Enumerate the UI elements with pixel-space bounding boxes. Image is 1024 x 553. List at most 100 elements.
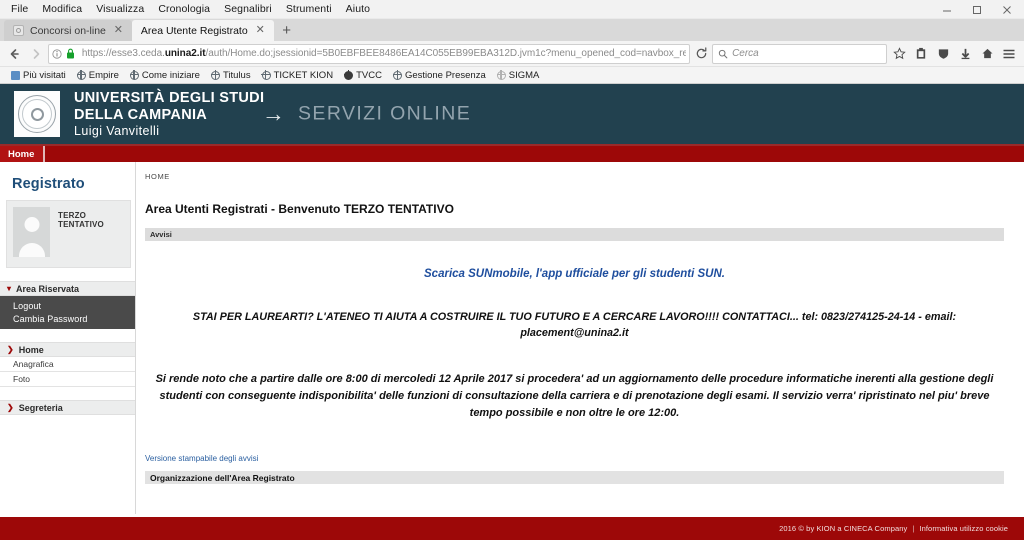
university-title-line3: Luigi Vanvitelli [74, 123, 160, 138]
star-icon [11, 70, 20, 80]
sidebar-submenu-home: Anagrafica Foto [0, 357, 135, 387]
home-icon[interactable] [977, 43, 998, 65]
globe-icon [261, 70, 271, 80]
sidebar-group-header-area-riservata[interactable]: ▾ Area Riservata [0, 281, 135, 296]
globe-icon [129, 70, 139, 80]
menu-segnalibri[interactable]: Segnalibri [217, 1, 279, 17]
menu-modifica[interactable]: Modifica [35, 1, 89, 17]
notice-placement: STAI PER LAUREARTI? L'ATENEO TI AIUTA A … [192, 311, 957, 339]
sidebar-item-logout[interactable]: Logout [0, 299, 135, 312]
globe-icon [392, 70, 402, 80]
sidebar-item-cambia-password[interactable]: Cambia Password [0, 312, 135, 325]
avatar [13, 207, 50, 257]
bookmark-piu-visitati[interactable]: Più visitati [6, 70, 71, 81]
search-input[interactable]: Cerca [712, 43, 887, 64]
bookmark-come-iniziare[interactable]: Come iniziare [125, 70, 205, 81]
address-bar[interactable]: https://esse3.ceda.unina2.it/auth/Home.d… [47, 43, 690, 64]
nav-item-home[interactable]: Home [0, 146, 46, 162]
bookmark-label: SIGMA [508, 69, 540, 81]
sidebar-group-home: ❯ Home Anagrafica Foto [0, 342, 135, 387]
arrow-right-icon: → [262, 100, 285, 127]
university-logo [14, 91, 60, 137]
bookmark-sigma[interactable]: SIGMA [492, 70, 545, 81]
sidebar-group-header-home[interactable]: ❯ Home [0, 342, 135, 357]
bookmark-titulus[interactable]: Titulus [206, 70, 256, 81]
library-icon[interactable] [911, 43, 932, 65]
globe-grey-icon [496, 70, 506, 80]
sidebar-user-name: TERZO TENTATIVO [58, 211, 104, 229]
chevron-right-icon: ❯ [7, 344, 14, 354]
menu-file[interactable]: File [4, 1, 35, 17]
url-prefix: https://esse3.ceda. [81, 48, 165, 59]
sidebar-user-card: TERZO TENTATIVO [6, 200, 131, 268]
bookmark-label: TICKET KION [273, 69, 334, 81]
footer-separator: | [912, 524, 915, 533]
search-icon [718, 49, 728, 59]
maximize-button[interactable] [962, 0, 992, 19]
navigation-toolbar: https://esse3.ceda.unina2.it/auth/Home.d… [0, 41, 1024, 67]
site-nav-bar: Home [0, 144, 1024, 162]
sidebar-group-label: Home [18, 344, 44, 355]
page-bottom-spacer [0, 540, 1024, 553]
print-version-link[interactable]: Versione stampabile degli avvisi [145, 454, 258, 463]
sidebar-group-label: Area Riservata [16, 283, 80, 294]
bookmark-empire[interactable]: Empire [72, 70, 124, 81]
site-header: UNIVERSITÀ DEGLI STUDI DELLA CAMPANIA Lu… [0, 84, 1024, 144]
url-text: https://esse3.ceda.unina2.it/auth/Home.d… [79, 48, 686, 59]
bookmark-label: Empire [88, 69, 119, 81]
university-title: UNIVERSITÀ DEGLI STUDI DELLA CAMPANIA Lu… [74, 90, 264, 137]
back-button-icon[interactable] [4, 43, 24, 65]
menu-strumenti[interactable]: Strumenti [279, 1, 339, 17]
organizzazione-section-header: Organizzazione dell'Area Registrato [145, 471, 1004, 485]
university-title-line2: DELLA CAMPANIA [74, 106, 208, 123]
reload-button-icon[interactable] [692, 43, 710, 65]
university-title-line1: UNIVERSITÀ DEGLI STUDI [74, 90, 265, 107]
tab-area-utente-registrato[interactable]: Area Utente Registrato ✕ [131, 20, 274, 41]
bookmark-label: TVCC [356, 69, 382, 81]
downloads-icon[interactable] [955, 43, 976, 65]
tab-close-icon[interactable]: ✕ [112, 24, 125, 37]
bookmark-star-icon[interactable] [889, 43, 910, 65]
cookie-policy-link[interactable]: Informativa utilizzo cookie [919, 524, 1008, 533]
footer-copyright: 2016 © by KION a CINECA Company [779, 524, 908, 533]
tab-favicon-icon [13, 25, 24, 36]
bookmark-gestione-presenza[interactable]: Gestione Presenza [388, 70, 491, 81]
sidebar-item-anagrafica[interactable]: Anagrafica [0, 357, 135, 372]
tab-label: Concorsi on-line [30, 24, 106, 37]
shield-icon[interactable] [933, 43, 954, 65]
bookmarks-bar: Più visitati Empire Come iniziare Titulu… [0, 67, 1024, 84]
university-seal-icon [18, 95, 56, 133]
menu-cronologia[interactable]: Cronologia [151, 1, 217, 17]
hamburger-menu-icon[interactable] [999, 43, 1020, 65]
menu-visualizza[interactable]: Visualizza [89, 1, 151, 17]
page-viewport: UNIVERSITÀ DEGLI STUDI DELLA CAMPANIA Lu… [0, 84, 1024, 553]
bookmark-label: Gestione Presenza [404, 69, 486, 81]
close-button[interactable] [992, 0, 1022, 19]
globe-icon [76, 70, 86, 80]
servizi-online-banner: → SERVIZI ONLINE [262, 100, 471, 127]
bookmark-label: Più visitati [23, 69, 66, 81]
tab-close-icon[interactable]: ✕ [254, 24, 267, 37]
tab-concorsi-on-line[interactable]: Concorsi on-line ✕ [4, 20, 132, 41]
window-controls [932, 0, 1022, 19]
new-tab-button[interactable]: + [274, 20, 300, 41]
tab-label: Area Utente Registrato [140, 24, 248, 37]
search-placeholder: Cerca [732, 48, 759, 59]
page-info-icon[interactable] [52, 48, 62, 59]
avvisi-section-header: Avvisi [145, 228, 1004, 241]
chevron-down-icon: ▾ [7, 283, 12, 293]
browser-window: File Modifica Visualizza Cronologia Segn… [0, 0, 1024, 553]
url-domain: unina2.it [164, 48, 206, 59]
bookmark-ticket-kion[interactable]: TICKET KION [257, 70, 338, 81]
menu-aiuto[interactable]: Aiuto [339, 1, 377, 17]
sidebar-group-area-riservata: ▾ Area Riservata Logout Cambia Password [0, 281, 135, 329]
toolbar-icons [889, 43, 1020, 65]
sidebar-item-foto[interactable]: Foto [0, 372, 135, 387]
notice-maintenance: Si rende noto che a partire dalle ore 8:… [155, 373, 994, 420]
sunmobile-link[interactable]: Scarica SUNmobile, l'app ufficiale per g… [145, 268, 1004, 280]
bookmark-label: Come iniziare [141, 69, 200, 81]
sidebar-group-header-segreteria[interactable]: ❯ Segreteria [0, 400, 135, 415]
sidebar-group-label: Segreteria [18, 402, 63, 413]
minimize-button[interactable] [932, 0, 962, 19]
bookmark-tvcc[interactable]: TVCC [339, 70, 387, 81]
